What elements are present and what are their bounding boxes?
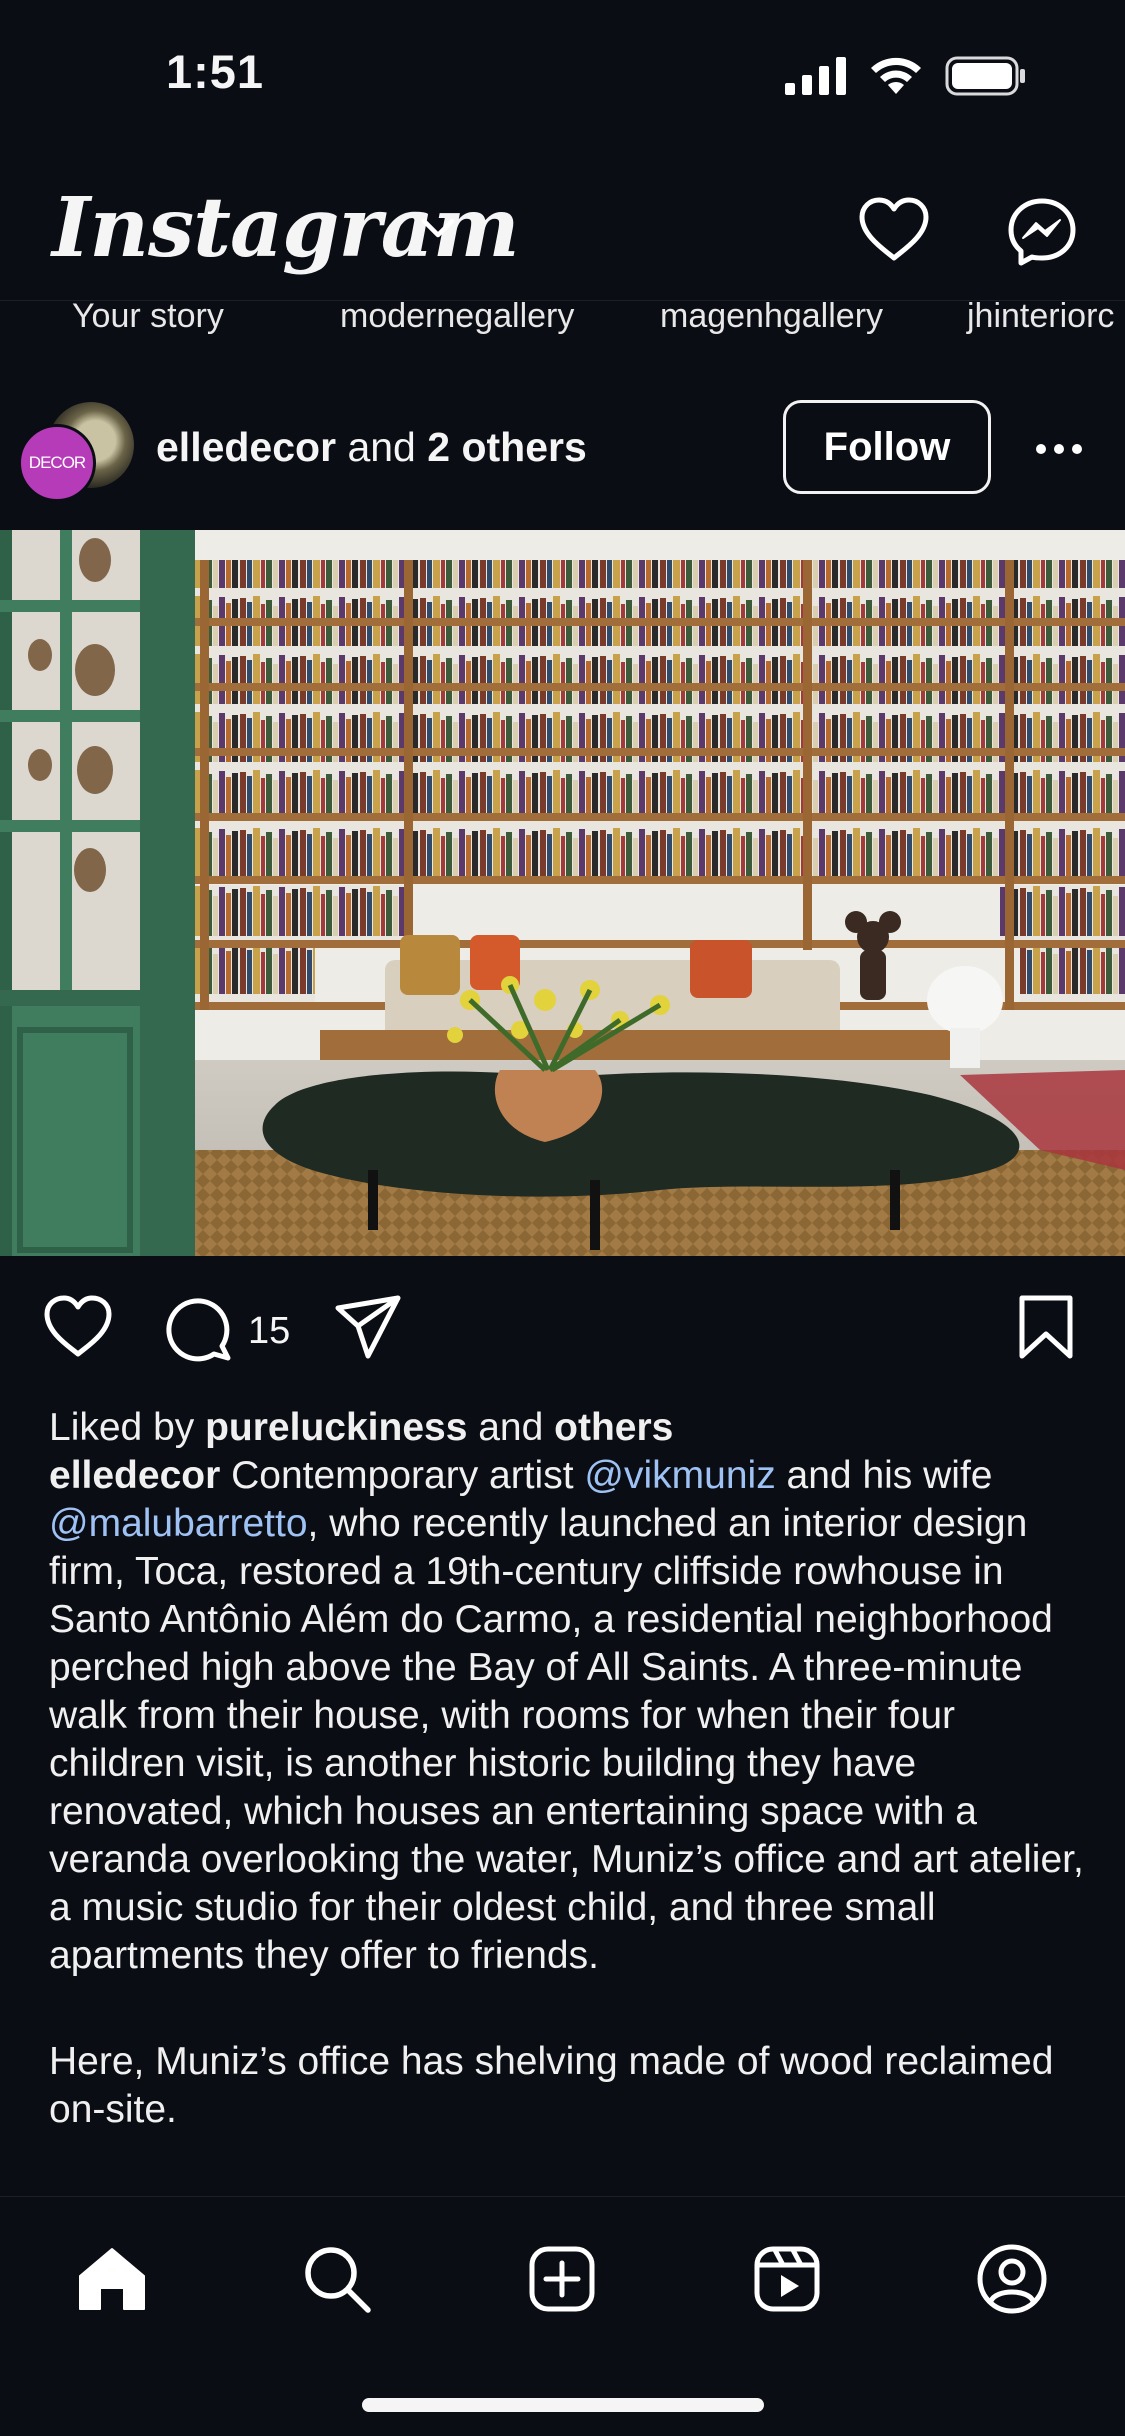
caption-text-part: Contemporary artist	[231, 1454, 574, 1497]
post-author[interactable]: elledecor	[156, 424, 336, 470]
reels-icon	[754, 2246, 820, 2312]
liked-by-user[interactable]: pureluckiness	[205, 1406, 467, 1449]
more-options-icon[interactable]	[1034, 442, 1084, 456]
nav-profile[interactable]	[970, 2237, 1054, 2321]
mention-link[interactable]: @malubarretto	[49, 1502, 308, 1545]
liked-by-joiner: and	[478, 1406, 544, 1449]
caption-text-part: and his wife	[786, 1454, 993, 1497]
liked-by-prefix: Liked by	[49, 1406, 195, 1449]
liked-by-line: Liked by pureluckiness and others	[49, 1404, 1089, 1452]
cellular-signal-icon	[785, 57, 846, 95]
home-icon	[79, 2248, 145, 2310]
avatar: DECOR	[18, 424, 96, 502]
liked-by-others[interactable]: others	[554, 1406, 673, 1449]
chevron-down-icon[interactable]	[418, 214, 458, 242]
nav-reels[interactable]	[745, 2237, 829, 2321]
like-heart-icon[interactable]	[42, 1294, 114, 1360]
caption-author[interactable]: elledecor	[49, 1454, 220, 1497]
post-header: DECOR elledecor and 2 others Follow	[0, 396, 1125, 506]
stories-tray: Your story modernegallery magenhgallery …	[0, 300, 1125, 340]
caption-paragraph-2: Here, Muniz’s office has shelving made o…	[49, 2040, 1054, 2131]
mention-link[interactable]: @vikmuniz	[584, 1454, 775, 1497]
nav-home[interactable]	[70, 2237, 154, 2321]
home-indicator[interactable]	[362, 2398, 764, 2412]
post-caption: Liked by pureluckiness and others ellede…	[49, 1404, 1089, 2134]
status-time: 1:51	[166, 45, 265, 98]
bookmark-icon[interactable]	[1016, 1294, 1076, 1362]
nav-search[interactable]	[295, 2237, 379, 2321]
avatar-stack[interactable]: DECOR	[18, 402, 134, 502]
post-image[interactable]	[0, 530, 1125, 1256]
story-label-your-story[interactable]: Your story	[72, 301, 224, 336]
avatar-text: DECOR	[28, 453, 86, 472]
caption-text: elledecor Contemporary artist @vikmuniz …	[49, 1452, 1089, 1980]
caption-text-part: , who recently launched an interior desi…	[49, 1502, 1084, 1977]
create-post-icon	[529, 2246, 595, 2312]
heart-icon[interactable]	[856, 196, 932, 264]
top-nav: Instagram	[0, 170, 1125, 300]
library-room-photo	[0, 530, 1125, 1256]
comment-icon[interactable]	[164, 1294, 234, 1364]
author-joiner: and	[347, 424, 416, 470]
story-label[interactable]: modernegallery	[340, 301, 574, 336]
status-icons	[785, 54, 1027, 98]
battery-icon	[945, 56, 1025, 96]
post-author-line[interactable]: elledecor and 2 others	[156, 424, 587, 471]
post-action-bar: 15	[0, 1290, 1125, 1370]
wifi-icon	[871, 57, 921, 94]
story-label[interactable]: jhinteriorc	[967, 301, 1114, 336]
share-send-icon[interactable]	[334, 1294, 404, 1360]
status-bar: 1:51	[0, 0, 1125, 150]
story-label[interactable]: magenhgallery	[660, 301, 883, 336]
comment-count[interactable]: 15	[248, 1310, 290, 1353]
follow-button[interactable]: Follow	[783, 400, 991, 494]
search-icon	[305, 2247, 371, 2313]
messenger-icon[interactable]	[1006, 196, 1078, 268]
post-collaborators[interactable]: 2 others	[427, 424, 587, 470]
nav-create[interactable]	[520, 2237, 604, 2321]
profile-icon	[977, 2244, 1047, 2314]
